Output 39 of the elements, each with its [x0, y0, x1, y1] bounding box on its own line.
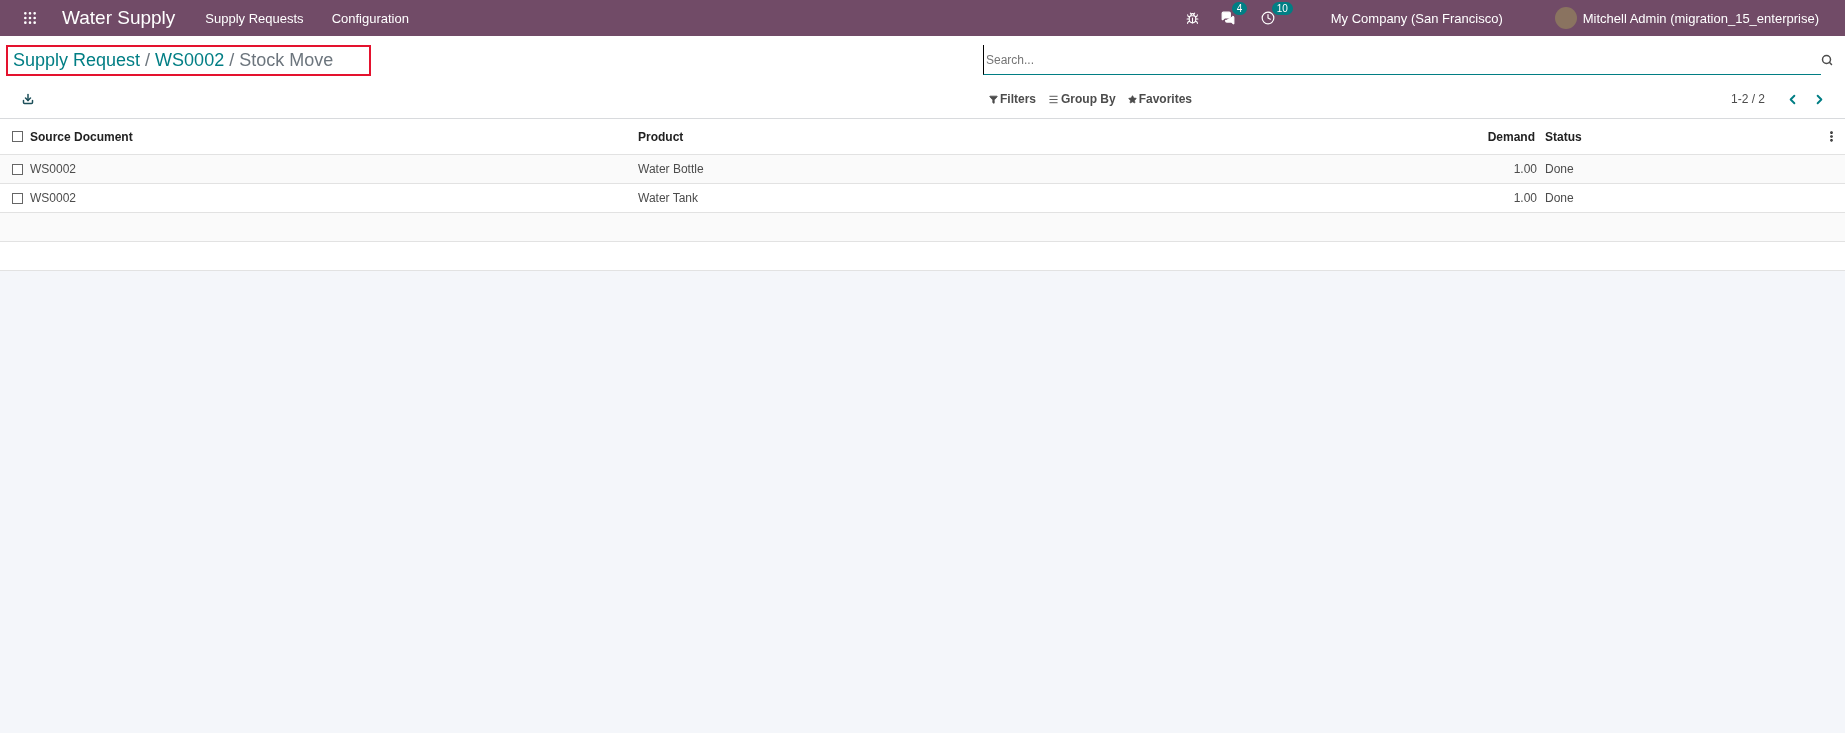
checkbox[interactable] [12, 131, 23, 142]
table-cell-text: WS0002 [30, 191, 78, 205]
column-header[interactable]: Product [638, 129, 1455, 144]
chat-icon[interactable] [1220, 11, 1235, 25]
table-cell-text: WS0002 [30, 162, 78, 176]
breadcrumb-item[interactable]: Supply Request [13, 49, 141, 71]
column-header[interactable]: Demand [1455, 129, 1545, 144]
breadcrumb-separator: / [229, 49, 235, 71]
filter-icon [989, 94, 998, 104]
app-name: Water Supply [62, 7, 176, 29]
filter-button[interactable]: Filters [983, 92, 1042, 106]
company-switcher[interactable]: My Company (San Francisco) [1316, 10, 1517, 26]
list-icon [1048, 93, 1059, 105]
column-header[interactable]: Source Document [30, 129, 638, 144]
menu-item[interactable]: Supply Requests [191, 10, 318, 26]
pager-value: 1-2 / 2 [1730, 92, 1765, 106]
breadcrumb-item[interactable]: Stock Move [239, 49, 334, 71]
table-cell-text: 1.00 [1512, 162, 1538, 176]
count-badge: 10 [1271, 2, 1293, 15]
user-menu[interactable]: Mitchell Admin (migration_15_enterprise) [1540, 7, 1833, 29]
avatar [1554, 7, 1577, 29]
clock-icon[interactable] [1260, 11, 1275, 25]
search-icon [1821, 54, 1833, 66]
table-cell-text: Water Tank [638, 191, 700, 205]
table-cell-text: Done [1545, 162, 1575, 176]
table-cell-text: Water Bottle [638, 162, 705, 176]
checkbox[interactable] [12, 163, 23, 175]
table-cell-text: 1.00 [1512, 191, 1538, 205]
filter-button[interactable]: Favorites [1121, 92, 1199, 106]
filter-button[interactable]: Group By [1042, 92, 1122, 106]
breadcrumb-separator: / [145, 49, 151, 71]
menu-item[interactable]: Configuration [317, 10, 423, 26]
count-badge: 4 [1231, 2, 1248, 15]
star-icon [1127, 94, 1137, 104]
search-field[interactable]: Search... [983, 45, 1821, 75]
column-header[interactable]: Status [1545, 129, 1825, 144]
checkbox[interactable] [12, 192, 23, 204]
breadcrumb-item[interactable]: WS0002 [155, 49, 225, 71]
table-cell-text: Done [1545, 191, 1575, 205]
